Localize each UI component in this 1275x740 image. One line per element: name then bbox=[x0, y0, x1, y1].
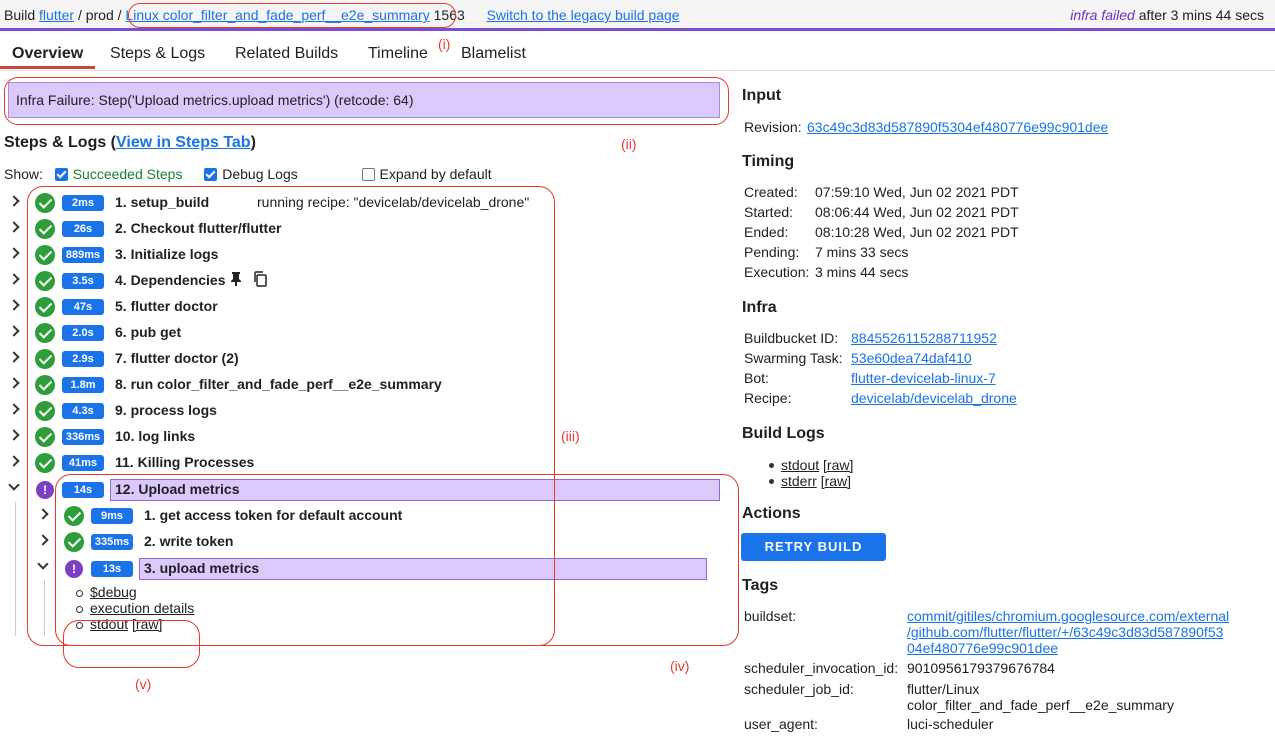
timing-value: 08:06:44 Wed, Jun 02 2021 PDT bbox=[815, 204, 1019, 220]
infra-value-link[interactable]: devicelab/devicelab_drone bbox=[851, 390, 1017, 406]
chevron-right-icon[interactable] bbox=[8, 377, 20, 389]
expand-default-checkbox[interactable] bbox=[361, 168, 375, 181]
steps-logs-heading: Steps & Logs (View in Steps Tab) bbox=[4, 134, 256, 152]
tab-blamelist[interactable]: Blamelist bbox=[461, 45, 526, 63]
buildset-link-line[interactable]: /github.com/flutter/flutter/+/63c49c3d83… bbox=[907, 624, 1223, 640]
show-label: Show: bbox=[4, 166, 43, 182]
infra-value-link[interactable]: 53e60dea74daf410 bbox=[851, 350, 972, 366]
view-in-steps-tab-link[interactable]: View in Steps Tab bbox=[116, 134, 251, 151]
job-line: color_filter_and_fade_perf__e2e_summary bbox=[907, 697, 1174, 713]
timing-value: 7 mins 33 secs bbox=[815, 244, 909, 260]
build-stderr-link[interactable]: stderr bbox=[781, 473, 817, 489]
breadcrumb-slash: / bbox=[77, 7, 82, 23]
annotation-oval bbox=[63, 620, 200, 668]
timing-label: Execution: bbox=[744, 264, 810, 280]
timing-label: Started: bbox=[744, 204, 794, 220]
timing-value: 08:10:28 Wed, Jun 02 2021 PDT bbox=[815, 224, 1019, 240]
timing-value: 3 mins 44 secs bbox=[815, 264, 909, 280]
tag-value: luci-scheduler bbox=[907, 716, 994, 732]
status-word: infra failed bbox=[1070, 7, 1135, 23]
buildset-link-line[interactable]: commit/gitiles/chromium.googlesource.com… bbox=[907, 608, 1229, 624]
chevron-right-icon[interactable] bbox=[8, 455, 20, 467]
annotation-label: (iv) bbox=[670, 658, 690, 674]
infra-value-link[interactable]: 8845526115288711952 bbox=[851, 330, 997, 346]
chevron-right-icon[interactable] bbox=[8, 325, 20, 337]
build-stderr-raw-link[interactable]: [raw] bbox=[821, 473, 851, 489]
chevron-right-icon[interactable] bbox=[8, 429, 20, 441]
annotation-label: (ii) bbox=[621, 136, 637, 152]
tag-key: scheduler_job_id: bbox=[744, 681, 854, 697]
tag-key: scheduler_invocation_id: bbox=[744, 660, 899, 676]
steps-heading-close: ) bbox=[250, 134, 256, 151]
tags-heading: Tags bbox=[742, 577, 779, 594]
timing-value: 07:59:10 Wed, Jun 02 2021 PDT bbox=[815, 184, 1019, 200]
infra-label: Buildbucket ID: bbox=[744, 330, 839, 346]
debug-logs-label: Debug Logs bbox=[222, 166, 298, 182]
input-heading: Input bbox=[742, 87, 782, 104]
tab-steps-logs[interactable]: Steps & Logs bbox=[110, 45, 205, 63]
annotation-label: (v) bbox=[135, 676, 152, 692]
job-line: flutter/Linux bbox=[907, 681, 980, 697]
annotation-oval bbox=[4, 77, 729, 125]
chevron-right-icon[interactable] bbox=[8, 299, 20, 311]
build-logs-heading: Build Logs bbox=[742, 425, 825, 442]
chevron-right-icon[interactable] bbox=[8, 273, 20, 285]
chevron-right-icon[interactable] bbox=[8, 195, 20, 207]
chevron-right-icon[interactable] bbox=[8, 221, 20, 233]
tab-timeline[interactable]: Timeline bbox=[368, 45, 428, 63]
annotation-oval bbox=[128, 3, 456, 28]
infra-label: Swarming Task: bbox=[744, 350, 843, 366]
list-item: stderr [raw] bbox=[768, 473, 853, 489]
chevron-down-icon[interactable] bbox=[8, 479, 20, 491]
legacy-page-link[interactable]: Switch to the legacy build page bbox=[487, 7, 680, 23]
tab-overview[interactable]: Overview bbox=[12, 45, 83, 63]
status-duration: after 3 mins 44 secs bbox=[1138, 7, 1264, 23]
debug-logs-checkbox[interactable] bbox=[204, 168, 218, 181]
chevron-right-icon[interactable] bbox=[8, 247, 20, 259]
infra-heading: Infra bbox=[742, 299, 777, 316]
succeeded-steps-checkbox[interactable] bbox=[54, 168, 68, 181]
show-filters: Show: Succeeded Steps Debug Logs Expand … bbox=[4, 166, 492, 182]
chevron-right-icon[interactable] bbox=[8, 351, 20, 363]
tab-bar: Overview Steps & Logs Related Builds Tim… bbox=[0, 35, 1275, 71]
tag-key: buildset: bbox=[744, 608, 797, 624]
build-label: Build bbox=[4, 7, 36, 23]
infra-value-link[interactable]: flutter-devicelab-linux-7 bbox=[851, 370, 996, 386]
buildset-link-line[interactable]: 04ef480776e99c901dee bbox=[907, 640, 1058, 656]
timing-label: Ended: bbox=[744, 224, 789, 240]
expand-default-label: Expand by default bbox=[379, 166, 492, 182]
revision-label: Revision: bbox=[744, 119, 802, 135]
breadcrumb-slash: / bbox=[117, 7, 122, 23]
timing-heading: Timing bbox=[742, 153, 795, 170]
infra-label: Recipe: bbox=[744, 390, 792, 406]
timing-label: Created: bbox=[744, 184, 798, 200]
tag-key: user_agent: bbox=[744, 716, 818, 732]
annotation-label: (iii) bbox=[561, 428, 580, 444]
build-stdout-link[interactable]: stdout bbox=[781, 457, 819, 473]
active-tab-indicator bbox=[0, 66, 95, 69]
annotation-label: (i) bbox=[438, 36, 451, 52]
tag-value: 9010956179379676784 bbox=[907, 660, 1055, 676]
tag-value: flutter/Linux color_filter_and_fade_perf… bbox=[907, 681, 1174, 713]
build-status: infra failed after 3 mins 44 secs bbox=[1070, 7, 1264, 23]
chevron-right-icon[interactable] bbox=[8, 403, 20, 415]
tree-line bbox=[15, 502, 16, 636]
retry-build-button[interactable]: RETRY BUILD bbox=[741, 533, 886, 561]
actions-heading: Actions bbox=[742, 505, 801, 522]
infra-label: Bot: bbox=[744, 370, 769, 386]
timing-label: Pending: bbox=[744, 244, 800, 260]
revision-link[interactable]: 63c49c3d83d587890f5304ef480776e99c901dee bbox=[807, 119, 1108, 135]
build-stdout-raw-link[interactable]: [raw] bbox=[823, 457, 853, 473]
build-logs-list: stdout [raw] stderr [raw] bbox=[768, 457, 853, 489]
tab-related-builds[interactable]: Related Builds bbox=[235, 45, 338, 63]
succeeded-steps-label: Succeeded Steps bbox=[72, 166, 183, 182]
list-item: stdout [raw] bbox=[768, 457, 853, 473]
project-link[interactable]: flutter bbox=[39, 7, 74, 23]
buildset-link[interactable]: commit/gitiles/chromium.googlesource.com… bbox=[907, 608, 1229, 656]
bucket-label: prod bbox=[85, 7, 114, 23]
steps-heading-text: Steps & Logs ( bbox=[4, 134, 117, 151]
